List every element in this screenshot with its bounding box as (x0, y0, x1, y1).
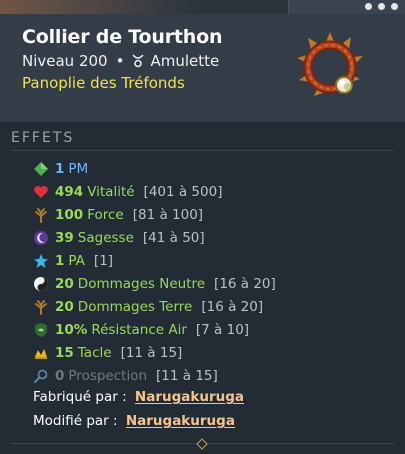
item-header: Collier de Tourthon Niveau 200 • Amulett… (0, 0, 405, 122)
item-set-link[interactable]: Panoplie des Tréfonds (22, 74, 185, 92)
item-level: Niveau 200 (22, 52, 108, 70)
effect-value: 39 (55, 229, 74, 246)
effect-label: PM (68, 160, 89, 177)
effect-value: 1 (55, 252, 65, 269)
effect-label: Résistance Air (91, 322, 187, 339)
effect-label: Dommages Terre (77, 299, 193, 316)
modifier-link[interactable]: Narugakuruga (126, 413, 235, 429)
effect-range: [16 à 20] (201, 299, 264, 316)
effects-title: EFFETS (11, 130, 75, 146)
crafter-link[interactable]: Narugakuruga (135, 389, 244, 405)
divider-diamond-icon (196, 438, 208, 450)
effects-list: 1 PM 494 Vitalité [401 à 500] 100 Force … (33, 157, 393, 388)
effect-label: Sagesse (77, 229, 134, 246)
effect-range: [7 à 10] (195, 322, 250, 339)
effect-value: 1 (55, 160, 65, 177)
effect-range: [1] (93, 252, 114, 269)
heart-icon (33, 184, 49, 200)
effect-row: 494 Vitalité [401 à 500] (33, 180, 393, 203)
effect-range: [401 à 500] (143, 183, 223, 200)
prospecting-magnifier-icon (33, 368, 49, 384)
item-tooltip: Collier de Tourthon Niveau 200 • Amulett… (0, 0, 405, 454)
divider (11, 150, 394, 151)
effect-value: 0 (55, 368, 65, 385)
effect-range: [81 à 100] (132, 206, 204, 223)
effect-row: 10% Résistance Air [7 à 10] (33, 319, 393, 342)
pa-star-icon (33, 253, 49, 269)
effect-value: 20 (55, 299, 74, 316)
item-type: Amulette (150, 52, 220, 70)
effect-row: 20 Dommages Terre [16 à 20] (33, 296, 393, 319)
crafted-by-label: Fabriqué par : (33, 389, 127, 405)
tackle-icon (33, 345, 49, 361)
effect-range: [16 à 20] (214, 276, 276, 293)
item-name: Collier de Tourthon (22, 26, 223, 48)
effect-label: Prospection (68, 368, 148, 385)
effect-row: 20 Dommages Neutre [16 à 20] (33, 272, 393, 295)
amulet-type-icon (132, 54, 145, 68)
air-shield-icon (33, 322, 49, 338)
modified-by-row: Modifié par : Narugakuruga (33, 413, 235, 429)
force-icon (33, 207, 49, 223)
item-level-row: Niveau 200 • Amulette (22, 52, 219, 70)
header-strip-gradient (0, 0, 200, 14)
effect-value: 15 (55, 345, 74, 362)
effect-label: PA (68, 252, 85, 269)
effect-row: 100 Force [81 à 100] (33, 203, 393, 226)
more-options-icon[interactable] (365, 3, 398, 10)
separator-dot: • (115, 52, 125, 70)
neutral-yin-yang-icon (33, 276, 49, 292)
effect-range: [41 à 50] (142, 229, 205, 246)
effect-range: [11 à 15] (156, 368, 218, 385)
pm-diamond-icon (33, 161, 49, 177)
effect-range: [11 à 15] (120, 345, 183, 362)
amulet-item-image (296, 30, 364, 102)
effect-value: 494 (55, 183, 84, 200)
effect-value: 100 (55, 206, 84, 223)
effect-row: 15 Tacle [11 à 15] (33, 342, 393, 365)
effect-row: 1 PA [1] (33, 249, 393, 272)
effect-label: Force (87, 206, 124, 223)
effect-label: Dommages Neutre (77, 276, 206, 293)
effect-label: Vitalité (87, 183, 135, 200)
options-tab[interactable] (288, 0, 405, 14)
effect-row: 39 Sagesse [41 à 50] (33, 226, 393, 249)
earth-icon (33, 299, 49, 316)
wisdom-moon-icon (33, 230, 49, 246)
effect-value: 20 (55, 276, 74, 293)
crafted-by-row: Fabriqué par : Narugakuruga (33, 389, 244, 405)
effect-label: Tacle (77, 345, 112, 362)
effect-row: 1 PM (33, 157, 393, 180)
modified-by-label: Modifié par : (33, 413, 118, 429)
effect-row: 0 Prospection [11 à 15] (33, 365, 393, 388)
effect-value: 10% (55, 322, 88, 339)
